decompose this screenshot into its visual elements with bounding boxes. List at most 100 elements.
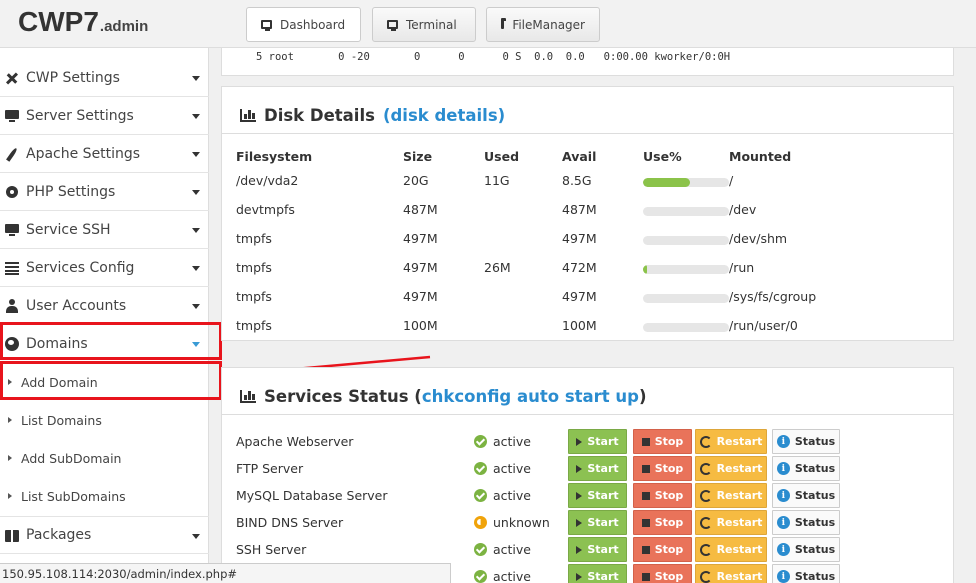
disk-mounted: /run/user/0: [729, 318, 798, 333]
chevron-down-icon: [192, 76, 200, 81]
restart-button[interactable]: Restart: [695, 537, 767, 562]
service-name: MySQL Database Server: [236, 488, 388, 503]
disk-header-size: Size: [403, 149, 433, 164]
play-icon: [576, 545, 583, 554]
restart-button[interactable]: Restart: [695, 510, 767, 535]
scrollbar[interactable]: [963, 48, 976, 583]
sidebar-item-service-ssh[interactable]: Service SSH: [0, 211, 209, 249]
domains-highlight-box: [0, 322, 222, 360]
status-button[interactable]: i Status: [772, 510, 840, 535]
restart-button[interactable]: Restart: [695, 429, 767, 454]
disk-avail: 497M: [562, 289, 597, 304]
check-circle-icon: [474, 543, 487, 556]
sidebar-subitem-list-domains[interactable]: List Domains: [0, 401, 209, 439]
paren-close: ): [639, 387, 647, 406]
sidebar-subitem-list-subdomains[interactable]: List SubDomains: [0, 477, 209, 515]
service-status-text: active: [493, 569, 531, 583]
sidebar-item-label: Apache Settings: [26, 145, 141, 162]
service-status: active: [474, 434, 531, 449]
disk-details-link[interactable]: (disk details): [383, 106, 505, 125]
refresh-icon: [699, 489, 712, 502]
sidebar-item-services-config[interactable]: Services Config: [0, 249, 209, 287]
restart-button[interactable]: Restart: [695, 564, 767, 583]
divider: [222, 133, 953, 134]
refresh-icon: [699, 435, 712, 448]
service-status: active: [474, 488, 531, 503]
disk-size: 20G: [403, 173, 429, 188]
caret-right-icon: [8, 455, 12, 461]
restart-label: Restart: [716, 435, 763, 448]
disk-usage-bar: [643, 178, 729, 187]
disk-mounted: /dev: [729, 202, 757, 217]
terminal-button[interactable]: Terminal: [372, 7, 476, 42]
sidebar-item-server-settings[interactable]: Server Settings: [0, 97, 209, 135]
disk-filesystem: tmpfs: [236, 318, 272, 333]
disk-usage-bar: [643, 294, 729, 303]
chkconfig-link[interactable]: chkconfig auto start up: [422, 387, 639, 406]
start-button[interactable]: Start: [568, 456, 627, 481]
play-icon: [576, 491, 583, 500]
sidebar-item-apache-settings[interactable]: Apache Settings: [0, 135, 209, 173]
bar-chart-icon: [240, 390, 256, 403]
play-icon: [576, 518, 583, 527]
restart-button[interactable]: Restart: [695, 483, 767, 508]
stop-button[interactable]: Stop: [633, 564, 692, 583]
chevron-down-icon: [192, 266, 200, 271]
filemanager-button[interactable]: FileManager: [486, 7, 600, 42]
start-button[interactable]: Start: [568, 537, 627, 562]
disk-avail: 8.5G: [562, 173, 592, 188]
status-button[interactable]: i Status: [772, 537, 840, 562]
feather-icon: [4, 146, 20, 162]
status-button[interactable]: i Status: [772, 429, 840, 454]
check-circle-icon: [474, 570, 487, 583]
chevron-down-icon: [192, 114, 200, 119]
disk-header-filesystem: Filesystem: [236, 149, 313, 164]
stop-button[interactable]: Stop: [633, 483, 692, 508]
start-button[interactable]: Start: [568, 564, 627, 583]
info-icon: i: [776, 543, 790, 556]
start-button[interactable]: Start: [568, 429, 627, 454]
stop-label: Stop: [654, 570, 684, 583]
info-icon: i: [776, 489, 790, 502]
sidebar-subitem-add-subdomain[interactable]: Add SubDomain: [0, 439, 209, 477]
start-label: Start: [587, 543, 619, 556]
process-line: 5 root 0 -20 0 0 0 S 0.0 0.0 0:00.00 kwo…: [256, 51, 731, 63]
bar-chart-icon: [240, 109, 256, 122]
play-icon: [576, 437, 583, 446]
sidebar-item-user-accounts[interactable]: User Accounts: [0, 287, 209, 325]
start-button[interactable]: Start: [568, 483, 627, 508]
start-button[interactable]: Start: [568, 510, 627, 535]
info-icon: i: [776, 462, 790, 475]
sidebar-item-cwp-settings[interactable]: CWP Settings: [0, 59, 209, 97]
sidebar-item-label: PHP Settings: [26, 183, 116, 200]
sidebar-item-packages[interactable]: Packages: [0, 516, 209, 554]
monitor-icon: [387, 20, 398, 31]
status-button[interactable]: i Status: [772, 564, 840, 583]
terminal-label: Terminal: [406, 17, 457, 32]
disk-used: 11G: [484, 173, 510, 188]
spinner-icon: [474, 516, 487, 529]
stop-button[interactable]: Stop: [633, 429, 692, 454]
start-label: Start: [587, 516, 619, 529]
monitor-icon: [261, 20, 272, 31]
status-label: Status: [794, 462, 836, 475]
app-logo[interactable]: CWP7.admin: [18, 6, 148, 38]
service-name: SSH Server: [236, 542, 307, 557]
stop-button[interactable]: Stop: [633, 510, 692, 535]
disk-filesystem: tmpfs: [236, 289, 272, 304]
disk-usage-bar: [643, 236, 729, 245]
status-button[interactable]: i Status: [772, 483, 840, 508]
status-label: Status: [794, 435, 836, 448]
sidebar-item-label: Service SSH: [26, 221, 111, 238]
service-status-text: active: [493, 461, 531, 476]
stop-button[interactable]: Stop: [633, 537, 692, 562]
sidebar-item-php-settings[interactable]: PHP Settings: [0, 173, 209, 211]
monitor-icon: [4, 223, 20, 237]
dashboard-button[interactable]: Dashboard: [246, 7, 361, 42]
stop-button[interactable]: Stop: [633, 456, 692, 481]
package-icon: [4, 528, 20, 542]
sidebar-item-label: User Accounts: [26, 297, 127, 314]
status-button[interactable]: i Status: [772, 456, 840, 481]
disk-usage-fill: [643, 178, 691, 187]
restart-button[interactable]: Restart: [695, 456, 767, 481]
